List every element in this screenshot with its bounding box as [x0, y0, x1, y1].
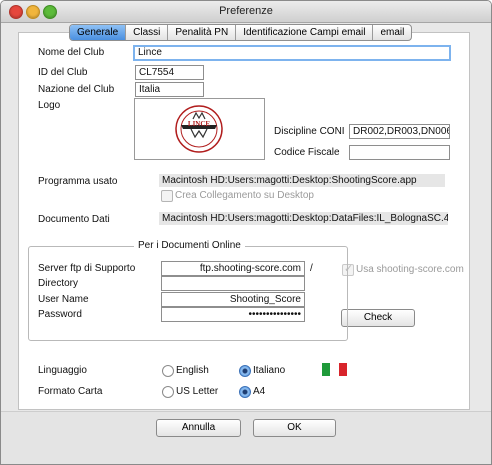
tab-classi[interactable]: Classi	[126, 25, 169, 40]
document-path: Macintosh HD:Users:magotti:Desktop:DataF…	[159, 212, 448, 225]
language-label: Linguaggio	[38, 365, 87, 376]
preferences-tabs: Generale Classi Penalità PN Identificazi…	[69, 24, 413, 41]
cancel-button[interactable]: Annulla	[156, 419, 241, 437]
general-panel: Nome del Club Lince ID del Club CL7554 N…	[18, 32, 470, 410]
club-nation-label: Nazione del Club	[38, 84, 115, 95]
fiscal-code-field[interactable]	[349, 145, 450, 160]
online-documents-group	[28, 246, 348, 341]
coni-field[interactable]: DR002,DR003,DN006,	[349, 124, 450, 139]
logo-image[interactable]: LINCE	[134, 98, 265, 160]
program-label: Programma usato	[38, 176, 118, 187]
coni-label: Discipline CONI	[274, 126, 345, 137]
window-title: Preferenze	[219, 5, 273, 17]
preferences-window: Preferenze Nome del Club Lince ID del Cl…	[0, 0, 492, 465]
us-letter-label: US Letter	[176, 386, 219, 397]
flag-white-stripe	[330, 363, 339, 376]
english-radio[interactable]	[162, 365, 174, 377]
logo-label: Logo	[38, 100, 61, 111]
logo-text: LINCE	[188, 120, 211, 128]
club-name-field[interactable]: Lince	[133, 45, 451, 61]
flag-red-stripe	[338, 363, 347, 376]
check-button[interactable]: Check	[341, 309, 415, 327]
use-shooting-score-label: Usa shooting-score.com	[356, 264, 464, 275]
shortcut-label: Crea Collegamento su Desktop	[175, 190, 314, 201]
club-nation-field[interactable]: Italia	[135, 82, 204, 97]
us-letter-radio[interactable]	[162, 386, 174, 398]
italiano-radio[interactable]	[239, 365, 251, 377]
paper-format-label: Formato Carta	[38, 386, 103, 397]
tab-generale[interactable]: Generale	[70, 25, 127, 40]
online-documents-title: Per i Documenti Online	[134, 240, 245, 251]
club-id-field[interactable]: CL7554	[135, 65, 204, 80]
flag-green-stripe	[322, 363, 331, 376]
shortcut-checkbox[interactable]	[161, 190, 173, 202]
tab-penalita-pn[interactable]: Penalità PN	[168, 25, 237, 40]
club-id-label: ID del Club	[38, 67, 88, 78]
a4-radio[interactable]	[239, 386, 251, 398]
ok-button[interactable]: OK	[253, 419, 336, 437]
document-label: Documento Dati	[38, 214, 110, 225]
title-bar: Preferenze	[1, 1, 491, 23]
lince-logo-icon: LINCE	[175, 105, 223, 153]
english-label: English	[176, 365, 209, 376]
club-name-label: Nome del Club	[38, 47, 105, 58]
tab-email[interactable]: email	[373, 25, 411, 40]
italiano-label: Italiano	[253, 365, 286, 376]
tab-identificazione-campi-email[interactable]: Identificazione Campi email	[236, 25, 374, 40]
italian-flag-icon	[322, 363, 347, 376]
program-path: Macintosh HD:Users:magotti:Desktop:Shoot…	[159, 174, 445, 187]
a4-label: A4	[253, 386, 266, 397]
fiscal-code-label: Codice Fiscale	[274, 147, 340, 158]
dialog-footer: Annulla OK	[1, 411, 491, 464]
